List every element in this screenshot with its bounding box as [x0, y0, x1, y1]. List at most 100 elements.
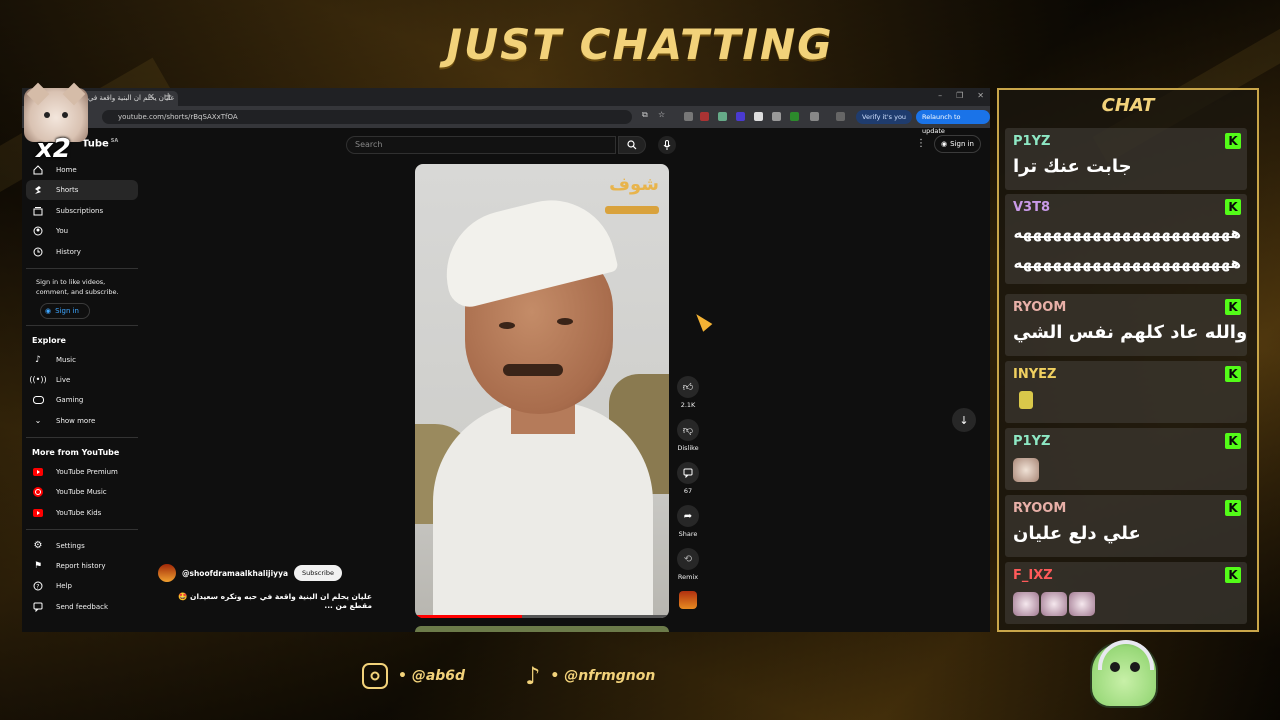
sidebar-divider: [26, 324, 138, 326]
shorts-icon: [32, 184, 44, 196]
subscriptions-icon: [32, 205, 44, 217]
tab-close-icon[interactable]: ✕: [148, 92, 155, 101]
sound-channel-avatar[interactable]: [679, 591, 697, 609]
verify-identity-button[interactable]: Verify it's you: [856, 110, 913, 124]
sidebar-item-subscriptions[interactable]: Subscriptions: [26, 201, 138, 221]
like-button[interactable]: 👍︎: [677, 376, 699, 398]
sidebar-item-music[interactable]: ♪ Music: [26, 350, 138, 370]
tiktok-handle-text: @nfrmgnon: [564, 668, 656, 684]
flag-icon: ⚑: [33, 560, 43, 571]
tab-title: عليان يحلم ان البنية واقعة في: [88, 94, 175, 102]
chat-message: F_IXZ K: [1005, 562, 1247, 624]
youtube-logo[interactable]: Tube SA: [82, 138, 118, 149]
sidebar-item-youtube-music[interactable]: YouTube Music: [26, 482, 138, 502]
video-frame-eye: [499, 322, 515, 329]
shorts-action-bar: 👍︎ 2.1K 👎︎ Dislike 67 ➦ Share ⟲ Remix: [676, 376, 700, 609]
sidebar-item-settings[interactable]: ⚙ Settings: [26, 536, 138, 556]
dislike-button[interactable]: 👎︎: [677, 419, 699, 441]
sidebar-divider: [26, 267, 138, 269]
frog-eye: [1130, 662, 1140, 672]
extension-icon[interactable]: [736, 112, 745, 121]
remix-icon: ⟲: [683, 553, 693, 565]
signin-button[interactable]: ◉ Sign in: [934, 135, 981, 153]
logo-region: SA: [110, 138, 119, 144]
extensions-puzzle-icon[interactable]: [810, 112, 819, 121]
home-icon: [32, 164, 44, 176]
media-control-icon[interactable]: [836, 112, 845, 121]
extension-icon[interactable]: [790, 112, 799, 121]
remix-button[interactable]: ⟲: [677, 548, 699, 570]
sidebar-item-shorts[interactable]: Shorts: [26, 180, 138, 201]
chat-text: علي دلع عليان: [1013, 523, 1141, 544]
video-title[interactable]: عليان يحلم ان البنية واقعة في حبه وتكره …: [158, 592, 372, 610]
cat-eye: [62, 112, 68, 118]
sidebar-item-help[interactable]: ? Help: [26, 576, 138, 596]
extension-icon[interactable]: [684, 112, 693, 121]
frog-mascot-icon: [1090, 640, 1158, 708]
install-icon[interactable]: ⧉: [642, 110, 648, 120]
bookmark-star-icon[interactable]: ☆: [658, 110, 665, 119]
chat-username: F_IXZ: [1013, 568, 1053, 583]
cat-emote-icon: [1041, 592, 1067, 616]
sidebar-item-report-history[interactable]: ⚑ Report history: [26, 556, 138, 576]
extension-icon[interactable]: [754, 112, 763, 121]
sidebar-item-youtube-kids[interactable]: YouTube Kids: [26, 503, 138, 523]
minimize-icon[interactable]: –: [938, 91, 942, 100]
extension-icon[interactable]: [700, 112, 709, 121]
extension-icon[interactable]: [718, 112, 727, 121]
sidebar-item-label: Report history: [56, 561, 106, 570]
url-field[interactable]: youtube.com/shorts/rBqSAXxTfOA: [102, 110, 632, 124]
relaunch-update-button[interactable]: Relaunch to update: [916, 110, 990, 135]
sidebar-item-show-more[interactable]: ⌄ Show more: [26, 411, 138, 431]
restore-icon[interactable]: ❐: [956, 91, 963, 100]
next-video-button[interactable]: ↓: [952, 408, 976, 432]
chevron-down-icon: ⌄: [34, 416, 42, 426]
stream-category-title: JUST CHATTING: [446, 20, 834, 69]
user-icon: [32, 225, 44, 237]
account-icon: ◉: [45, 306, 52, 315]
chat-message: V3T8 K ههههههههههههههههههههههه ههههههههه…: [1005, 194, 1247, 284]
close-window-icon[interactable]: ✕: [977, 91, 984, 100]
chat-text: والله عاد كلهم نفس الشي: [1013, 322, 1248, 343]
url-text: youtube.com/shorts/rBqSAXxTfOA: [118, 113, 238, 121]
sidebar-item-send-feedback[interactable]: Send feedback: [26, 597, 138, 617]
cat-emote-icon: [1013, 592, 1039, 616]
shorts-video-player[interactable]: شوف: [415, 164, 669, 618]
sidebar-item-label: YouTube Kids: [56, 508, 102, 517]
chat-text: ههههههههههههههههههههههه: [1013, 254, 1241, 272]
youtube-kids-icon: [32, 507, 44, 519]
thumbs-up-icon: 👍︎: [682, 382, 694, 393]
sidebar-item-youtube-premium[interactable]: YouTube Premium: [26, 462, 138, 482]
chat-username: RYOOM: [1013, 300, 1067, 315]
chat-message: RYOOM K علي دلع عليان: [1005, 495, 1247, 557]
sidebar-signin-button[interactable]: ◉ Sign in: [40, 302, 90, 319]
youtube-premium-icon: [32, 466, 44, 478]
arrow-down-icon: ↓: [959, 413, 969, 427]
subscribe-button[interactable]: Subscribe: [294, 565, 342, 581]
sidebar-item-you[interactable]: You: [26, 221, 138, 241]
like-count: 2.1K: [680, 401, 696, 409]
comments-button[interactable]: [677, 462, 699, 484]
next-short-preview[interactable]: [415, 626, 669, 632]
video-progress-bar[interactable]: [415, 615, 669, 618]
more-options-icon[interactable]: ⋮: [916, 138, 926, 149]
new-tab-icon[interactable]: +: [164, 91, 172, 102]
sidebar-item-history[interactable]: History: [26, 242, 138, 262]
banana-emote-icon: [1019, 391, 1033, 409]
search-input[interactable]: Search: [346, 136, 616, 154]
extension-icon[interactable]: [772, 112, 781, 121]
social-links: • @ab6d ♪ • @nfrmgnon: [362, 662, 655, 690]
search-button[interactable]: [618, 136, 646, 154]
gaming-icon: [32, 394, 44, 406]
instagram-handle: • @ab6d: [398, 668, 466, 684]
channel-name[interactable]: @shoofdramaalkhalijiyya: [182, 569, 288, 578]
video-frame-mustache: [503, 364, 563, 376]
music-icon: ♪: [35, 354, 41, 365]
channel-avatar[interactable]: [158, 564, 176, 582]
sidebar-item-gaming[interactable]: Gaming: [26, 390, 138, 410]
sidebar-item-live[interactable]: ((•)) Live: [26, 370, 138, 390]
sidebar-item-label: Live: [56, 375, 71, 384]
dislike-label: Dislike: [677, 444, 699, 452]
share-button[interactable]: ➦: [677, 505, 699, 527]
voice-search-button[interactable]: [658, 136, 676, 154]
